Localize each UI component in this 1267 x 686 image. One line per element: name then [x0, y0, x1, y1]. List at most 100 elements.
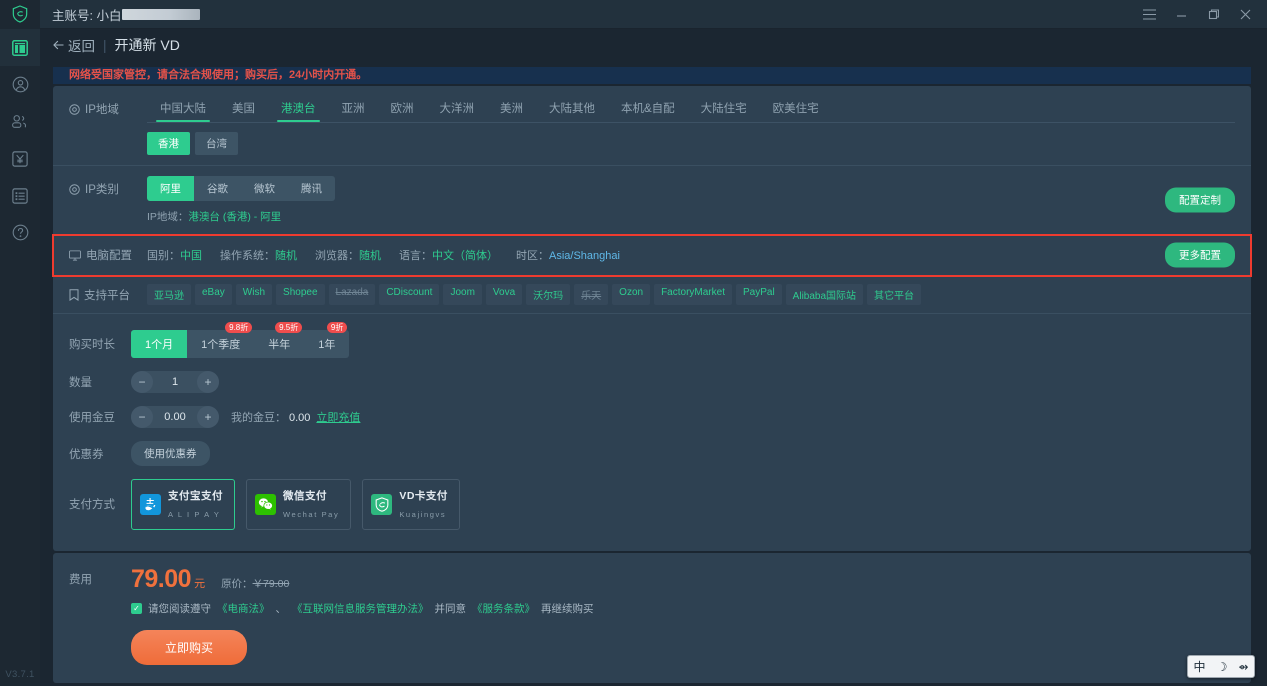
page-title: 开通新 VD — [114, 37, 180, 53]
payment-method-alipay-sub: A L I P A Y — [168, 510, 221, 520]
ip-type-option-ali[interactable]: 阿里 — [147, 176, 194, 201]
pc-config-field-timezone-value: Asia/Shanghai — [549, 250, 620, 262]
duration-option-halfyear[interactable]: 9.5折 半年 — [254, 322, 304, 358]
ip-region-label: IP地域 — [85, 104, 119, 116]
order-options: 购买时长 1个月 9.8折 1个季度 9.5折 半年 9折 1年 数量 − 1 … — [53, 314, 1251, 551]
ip-region-tab-6[interactable]: 美洲 — [487, 96, 536, 122]
ip-region-tabs-underline — [147, 122, 1235, 123]
ip-region-pill-taiwan[interactable]: 台湾 — [195, 132, 238, 155]
ip-region-tab-1[interactable]: 美国 — [219, 96, 268, 122]
ip-region-tab-3[interactable]: 亚洲 — [329, 96, 378, 122]
monitor-icon — [69, 249, 81, 261]
payment-method-wechat-title: 微信支付 — [283, 490, 327, 502]
pc-config-body: 国别：中国 操作系统：随机 浏览器：随机 语言：中文（简体） 时区：Asia/S… — [141, 235, 1235, 275]
platform-tag-lazada[interactable]: Lazada — [328, 284, 376, 305]
payment-method-alipay-title: 支付宝支付 — [168, 490, 223, 502]
pc-config-fields: 国别：中国 操作系统：随机 浏览器：随机 语言：中文（简体） 时区：Asia/S… — [147, 243, 620, 267]
notice-banner-text: 网络受国家管控，请合法合规使用；购买后，24小时内开通。 — [69, 69, 368, 81]
platform-tag-wish[interactable]: Wish — [235, 284, 273, 305]
agreement-link-terms[interactable]: 《服务条款》 — [472, 601, 535, 616]
ip-type-option-microsoft[interactable]: 微软 — [241, 176, 288, 201]
sidebar-item-dashboard[interactable] — [0, 29, 40, 66]
ip-region-tab-7[interactable]: 大陆其他 — [536, 96, 608, 122]
pc-config-field-browser-value: 随机 — [359, 250, 381, 262]
ip-region-tab-2[interactable]: 港澳台 — [268, 96, 329, 122]
sidebar-item-team[interactable] — [0, 103, 40, 140]
duration-option-1month[interactable]: 1个月 — [131, 330, 188, 358]
coin-value[interactable]: 0.00 — [153, 411, 197, 423]
duration-option-1year[interactable]: 9折 1年 — [304, 322, 349, 358]
platform-tag-amazon[interactable]: 亚马逊 — [147, 284, 191, 305]
duration-option-1quarter[interactable]: 9.8折 1个季度 — [187, 322, 254, 358]
fee-row: 费用 79.00 元 原价：￥79.00 ✓ 请您阅读遵守 《电商法》 、 《互… — [69, 565, 1235, 665]
ip-type-label: IP类别 — [85, 184, 119, 196]
platform-tag-walmart[interactable]: 沃尔玛 — [526, 284, 571, 305]
agreement-line: ✓ 请您阅读遵守 《电商法》 、 《互联网信息服务管理办法》 并同意 《服务条款… — [131, 601, 594, 616]
pc-config-label: 电脑配置 — [86, 250, 132, 262]
quantity-value[interactable]: 1 — [153, 376, 197, 388]
config-custom-button[interactable]: 配置定制 — [1165, 187, 1235, 213]
ip-type-option-google[interactable]: 谷歌 — [194, 176, 241, 201]
ip-region-tab-9[interactable]: 大陆住宅 — [688, 96, 760, 122]
quantity-decrement-button[interactable]: − — [131, 371, 153, 393]
payment-method-alipay[interactable]: 支付宝支付 A L I P A Y — [131, 479, 235, 530]
platform-tag-factorymarket[interactable]: FactoryMarket — [654, 284, 732, 305]
payment-method-list: 支付宝支付 A L I P A Y 微信支付 Wechat Pay VD卡支付 … — [131, 479, 460, 530]
agreement-link-internet-measures[interactable]: 《互联网信息服务管理办法》 — [292, 601, 429, 616]
ip-region-pill-hongkong[interactable]: 香港 — [147, 132, 190, 155]
recharge-link[interactable]: 立即充值 — [316, 412, 360, 424]
wechat-glyph — [258, 498, 273, 511]
ime-mode-icon[interactable]: ☽ — [1217, 660, 1228, 674]
agreement-checkbox[interactable]: ✓ — [131, 602, 142, 614]
payment-method-wechat[interactable]: 微信支付 Wechat Pay — [246, 479, 352, 530]
ip-region-tab-5[interactable]: 大洋洲 — [427, 96, 488, 122]
ip-region-tab-10[interactable]: 欧美住宅 — [760, 96, 832, 122]
buy-now-button[interactable]: 立即购买 — [131, 629, 248, 665]
platform-tag-ebay[interactable]: eBay — [195, 284, 232, 305]
platform-tag-joom[interactable]: Joom — [443, 284, 482, 305]
platform-tag-vova[interactable]: Vova — [485, 284, 523, 305]
payment-method-vdcard[interactable]: VD卡支付 Kuajingvs — [362, 479, 460, 530]
sidebar-item-finance[interactable] — [0, 140, 40, 177]
platform-tag-list: 亚马逊 eBay Wish Shopee Lazada CDiscount Jo… — [147, 284, 922, 305]
platform-tag-rakuten[interactable]: 乐天 — [574, 284, 609, 305]
sidebar-item-help[interactable] — [0, 214, 40, 251]
platforms-body: 亚马逊 eBay Wish Shopee Lazada CDiscount Jo… — [141, 276, 1235, 313]
payment-label: 支付方式 — [69, 499, 115, 512]
agreement-link-ecommerce-law[interactable]: 《电商法》 — [217, 601, 270, 616]
coin-stepper: − 0.00 + — [131, 406, 219, 428]
menu-icon[interactable] — [1133, 0, 1165, 29]
platform-tag-ozon[interactable]: Ozon — [612, 284, 651, 305]
ime-tool-icon[interactable]: ⇴ — [1238, 660, 1248, 674]
ip-region-tab-4[interactable]: 欧洲 — [378, 96, 427, 122]
vdcard-icon — [371, 493, 393, 515]
ip-region-tab-8[interactable]: 本机&自配 — [608, 96, 688, 122]
platforms-label: 支持平台 — [84, 289, 130, 302]
quantity-increment-button[interactable]: + — [197, 371, 219, 393]
page-scroll-area: 网络受国家管控，请合法合规使用；购买后，24小时内开通。 IP地域 中国大陆 美… — [40, 61, 1267, 686]
platform-tag-cdiscount[interactable]: CDiscount — [379, 284, 440, 305]
coin-increment-button[interactable]: + — [197, 406, 219, 428]
location-icon — [69, 183, 80, 195]
minimize-button[interactable] — [1165, 0, 1197, 29]
platform-tag-other[interactable]: 其它平台 — [867, 284, 922, 305]
platform-tag-alibaba[interactable]: Alibaba国际站 — [785, 284, 864, 305]
fee-unit: 元 — [194, 577, 206, 590]
use-coupon-button[interactable]: 使用优惠券 — [131, 441, 210, 466]
ip-region-tab-0[interactable]: 中国大陆 — [147, 96, 219, 122]
sidebar-item-account[interactable] — [0, 66, 40, 103]
platform-tag-shopee[interactable]: Shopee — [276, 284, 325, 305]
platform-tag-paypal[interactable]: PayPal — [735, 284, 782, 305]
payment-method-wechat-sub: Wechat Pay — [283, 510, 340, 520]
wechat-icon — [255, 493, 276, 515]
ime-language-toggle[interactable]: 中 — [1194, 658, 1206, 675]
back-button[interactable]: 返回 — [53, 35, 95, 55]
coin-decrement-button[interactable]: − — [131, 406, 153, 428]
close-button[interactable] — [1229, 0, 1261, 29]
duration-option-1month-text: 1个月 — [145, 339, 174, 351]
more-config-button[interactable]: 更多配置 — [1165, 242, 1235, 268]
ime-toolbar[interactable]: 中 ☽ ⇴ — [1187, 655, 1255, 678]
ip-type-option-tencent[interactable]: 腾讯 — [288, 176, 335, 201]
maximize-button[interactable] — [1197, 0, 1229, 29]
sidebar-item-orders[interactable] — [0, 177, 40, 214]
